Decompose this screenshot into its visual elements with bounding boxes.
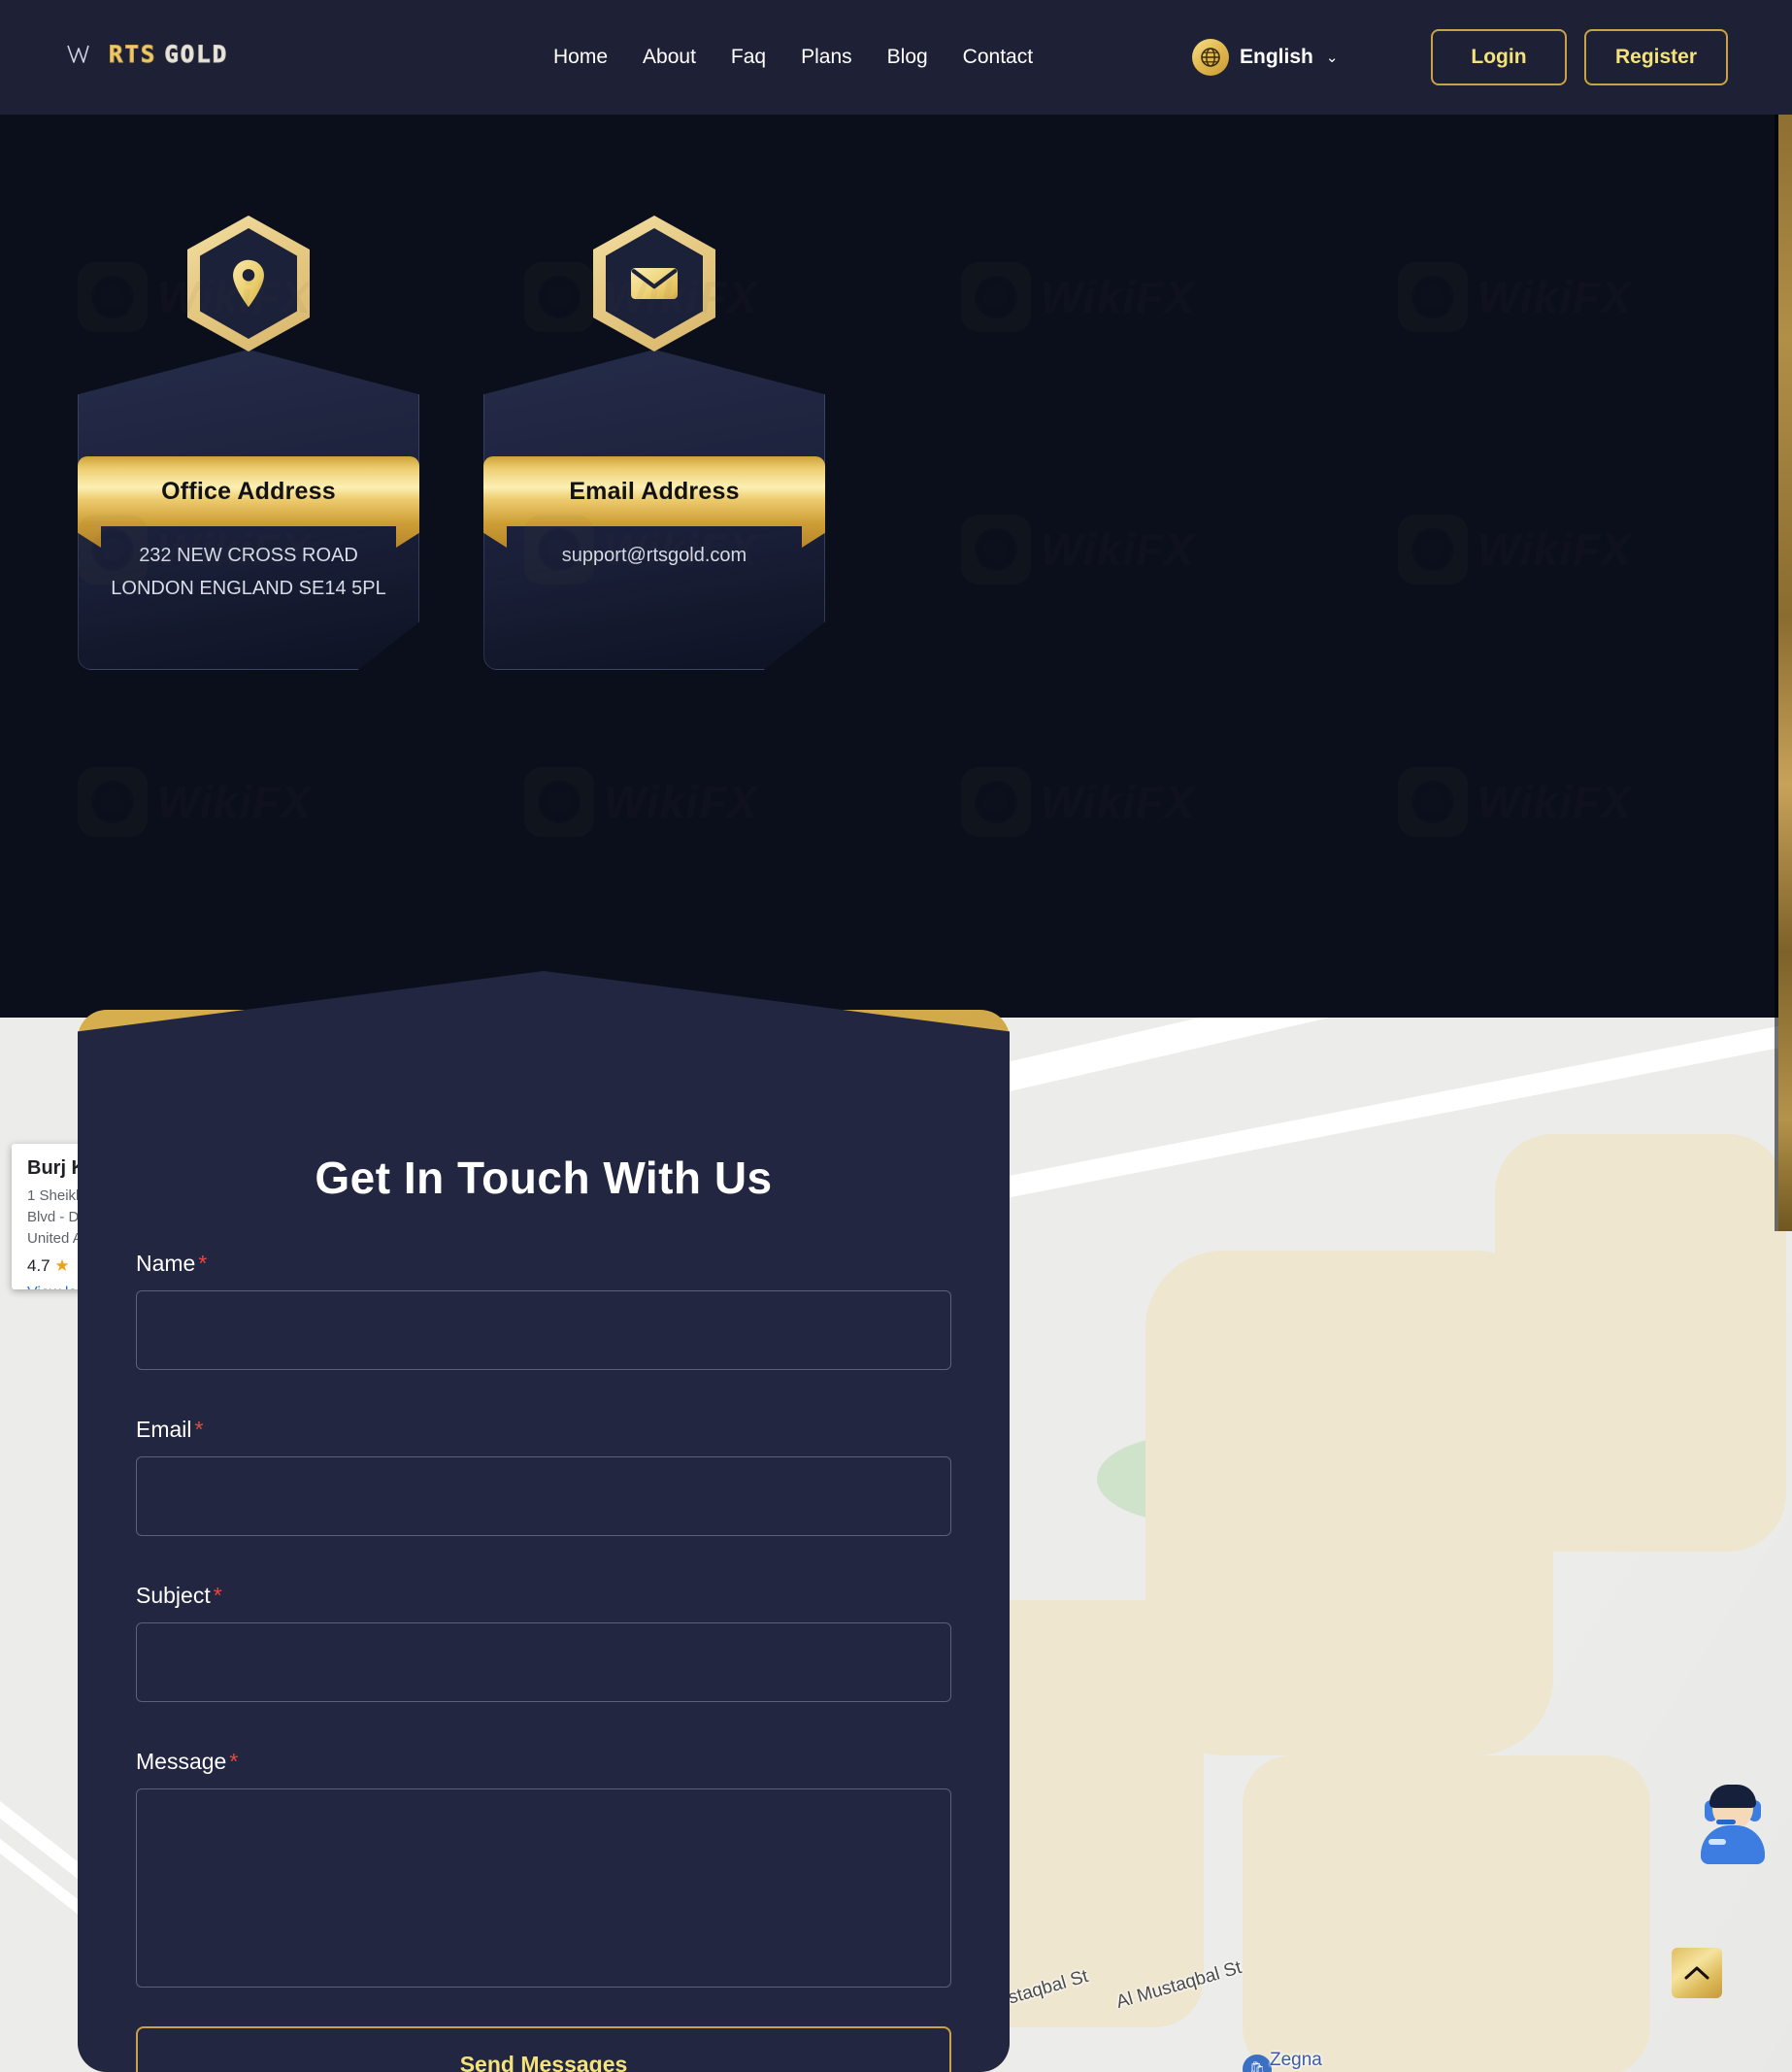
address-line: 232 NEW CROSS ROAD [139,545,358,566]
chevron-down-icon: ⌄ [1325,50,1339,66]
form-fields: Name * Email * Subject * Message * Send Mess… [136,1251,951,2072]
label-text: Name [136,1251,196,1276]
language-selector[interactable]: English ⌄ [1192,0,1338,115]
card-title: Office Address [161,477,336,505]
email-line: support@rtsgold.com [561,545,747,566]
map-pin[interactable]: 🛍 [1243,2055,1272,2072]
login-button[interactable]: Login [1430,29,1567,85]
logo-text-secondary: GOLD [164,41,229,69]
card-title-ribbon: Office Address [60,456,437,548]
label-text: Email [136,1417,192,1442]
nav-item-plans[interactable]: Plans [783,46,870,69]
page-root: D86 Al Mustaqbal St Al Mustaqbal St Al M… [0,0,1792,2072]
chevron-up-icon [1684,1966,1709,1980]
email-label: Email * [136,1417,951,1443]
nav-item-about[interactable]: About [625,46,713,69]
site-logo[interactable]: RTS GOLD [66,41,229,69]
card-text: 232 NEW CROSS ROAD LONDON ENGLAND SE14 5… [78,540,419,605]
register-button[interactable]: Register [1583,29,1728,85]
card-title: Email Address [569,477,740,505]
contact-card-email-address: Email Address support@rtsgold.com [483,216,825,670]
email-input[interactable] [136,1456,951,1536]
required-mark: * [213,1583,222,1608]
page-title: Get In Touch With Us [315,1153,773,1203]
label-text: Subject [136,1583,211,1608]
map-pin-icon [187,216,310,351]
map-block [1243,1755,1650,2072]
card-text: support@rtsgold.com [483,540,825,573]
map-place-label: Zegna [1270,2050,1322,2070]
site-header: RTS GOLD Home About Faq Plans Blog Conta… [0,0,1792,115]
message-label: Message * [136,1749,951,1775]
map-block [1495,1134,1786,1552]
support-agent-avatar[interactable] [1691,1783,1775,1866]
language-label: English [1240,46,1313,68]
right-gold-rail[interactable] [1775,115,1792,1231]
star-icon: ★ [54,1256,70,1276]
required-mark: * [198,1251,208,1276]
required-mark: * [194,1417,204,1442]
subject-label: Subject * [136,1583,951,1609]
map-block [1145,1251,1553,1755]
scroll-to-top-button[interactable] [1672,1948,1722,1998]
card-title-ribbon: Email Address [466,456,843,548]
send-messages-button[interactable]: Send Messages [136,2026,951,2072]
map-pin-glyph [233,259,264,308]
rating-value: 4.7 [27,1256,50,1276]
message-textarea[interactable] [136,1788,951,1988]
globe-icon [1192,39,1229,76]
logo-text-primary: RTS [108,41,157,69]
nav-item-home[interactable]: Home [536,46,625,69]
crown-mark-icon [67,45,89,63]
main-nav: Home About Faq Plans Blog Contact [536,0,1050,115]
label-text: Message [136,1749,227,1774]
contact-card-office-address: Office Address 232 NEW CROSS ROAD LONDON… [78,216,419,670]
name-input[interactable] [136,1290,951,1370]
required-mark: * [229,1749,239,1774]
name-label: Name * [136,1251,951,1277]
auth-buttons: Login Register [1430,0,1728,115]
nav-item-contact[interactable]: Contact [946,46,1050,69]
envelope-glyph [631,268,678,299]
address-line: LONDON ENGLAND SE14 5PL [111,577,386,599]
nav-item-faq[interactable]: Faq [713,46,783,69]
envelope-icon [593,216,715,351]
subject-input[interactable] [136,1622,951,1702]
contact-cards: Office Address 232 NEW CROSS ROAD LONDON… [78,216,825,670]
nav-item-blog[interactable]: Blog [870,46,946,69]
